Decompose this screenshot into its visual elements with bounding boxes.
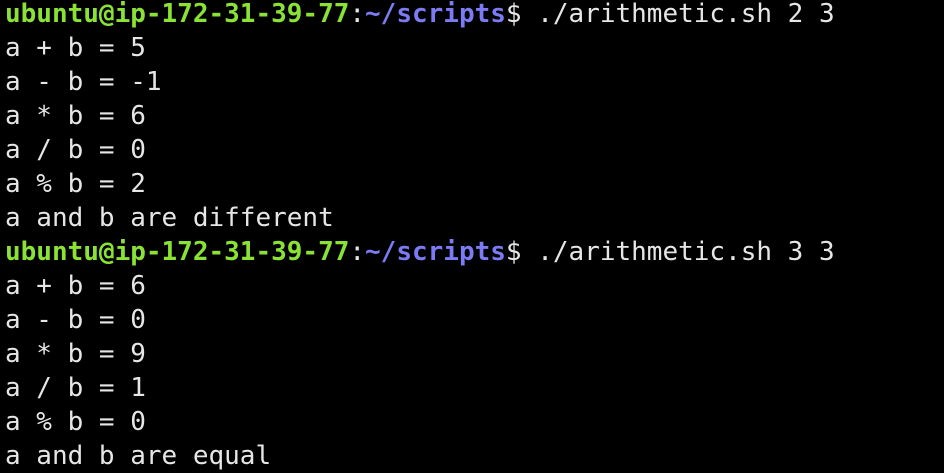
prompt-dollar: $ — [505, 237, 522, 267]
command-text: ./arithmetic.sh 3 3 — [521, 237, 835, 267]
output-line: a / b = 1 — [5, 373, 146, 403]
prompt-path: ~/scripts — [365, 0, 506, 29]
prompt-line: ubuntu@ip-172-31-39-77:~/scripts$ ./arit… — [5, 235, 944, 269]
output-line: a + b = 6 — [5, 271, 146, 301]
output-line: a - b = 0 — [5, 305, 146, 335]
prompt-user-host: ubuntu@ip-172-31-39-77 — [5, 237, 350, 267]
output-line: a / b = 0 — [5, 135, 146, 165]
output-line: a * b = 9 — [5, 339, 146, 369]
command-text: ./arithmetic.sh 2 3 — [521, 0, 835, 29]
prompt-user-host: ubuntu@ip-172-31-39-77 — [5, 0, 350, 29]
output-line: a * b = 6 — [5, 101, 146, 131]
output-line: a - b = -1 — [5, 67, 162, 97]
terminal-window[interactable]: ubuntu@ip-172-31-39-77:~/scripts$ ./arit… — [0, 0, 944, 471]
prompt-colon: : — [349, 237, 366, 267]
output-line: a % b = 2 — [5, 169, 146, 199]
output-line: a and b are different — [5, 203, 334, 233]
prompt-colon: : — [349, 0, 366, 29]
prompt-path: ~/scripts — [365, 237, 506, 267]
output-line: a + b = 5 — [5, 33, 146, 63]
output-line: a % b = 0 — [5, 407, 146, 437]
output-line: a and b are equal — [5, 441, 272, 471]
prompt-line: ubuntu@ip-172-31-39-77:~/scripts$ ./arit… — [5, 0, 944, 31]
prompt-dollar: $ — [505, 0, 522, 29]
